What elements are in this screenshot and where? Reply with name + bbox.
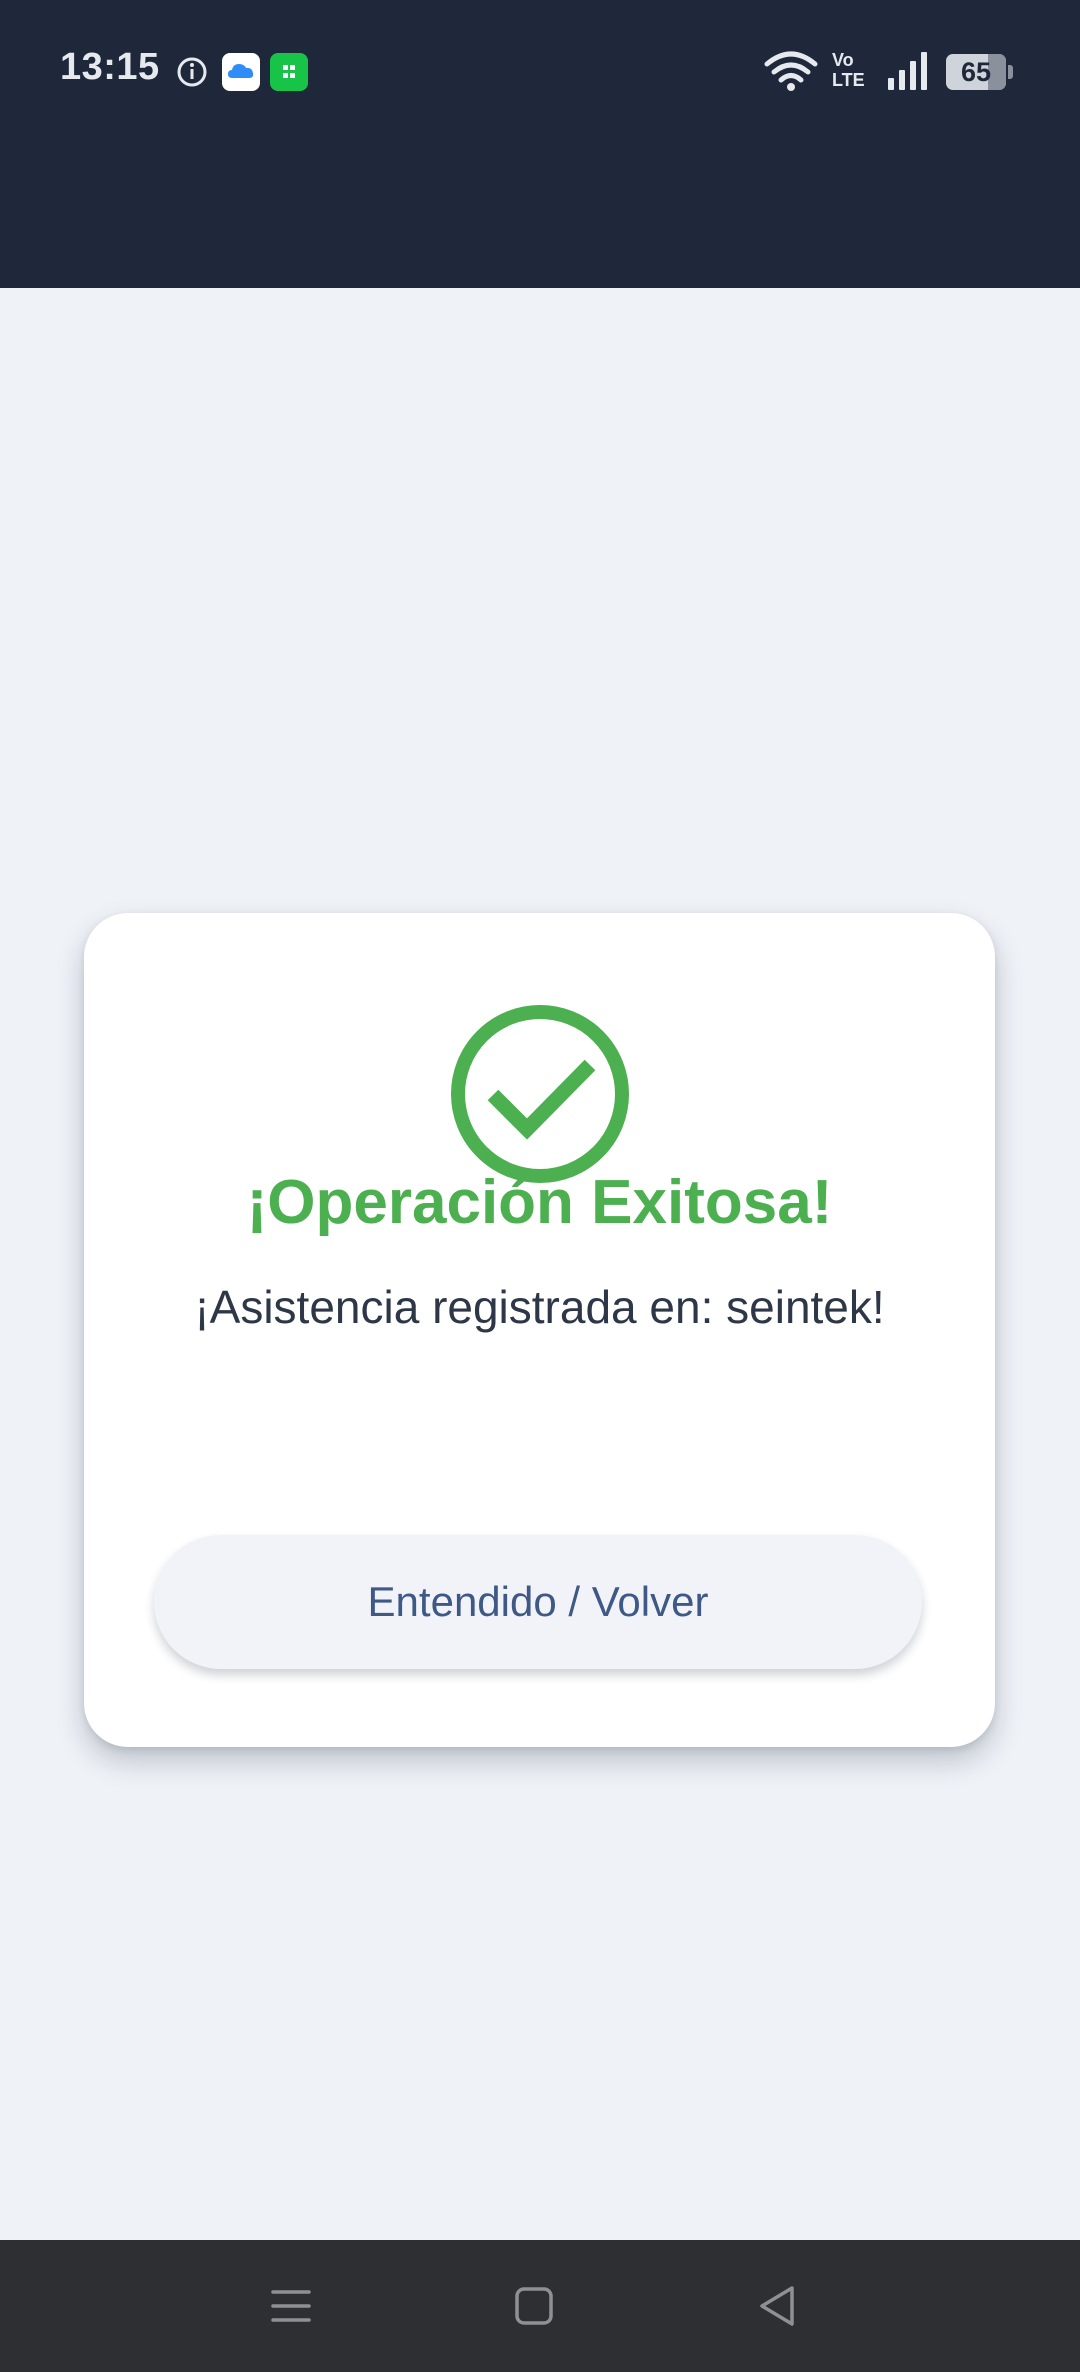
volte-bottom-label: LTE bbox=[832, 70, 865, 90]
back-icon[interactable] bbox=[749, 2278, 805, 2334]
info-icon bbox=[177, 57, 207, 87]
menu-icon[interactable] bbox=[263, 2278, 319, 2334]
battery-level: 65 bbox=[960, 57, 992, 87]
dialog-title: ¡Operación Exitosa! bbox=[246, 1168, 833, 1237]
success-dialog: ¡Operación Exitosa! ¡Asistencia registra… bbox=[84, 913, 995, 1747]
signal-icon bbox=[888, 52, 927, 90]
navigation-bar bbox=[0, 2240, 1080, 2372]
check-circle-icon bbox=[451, 1005, 629, 1183]
understood-back-button[interactable]: Entendido / Volver bbox=[154, 1535, 922, 1669]
cloud-app-icon bbox=[222, 53, 260, 91]
volte-icon: Vo LTE bbox=[832, 50, 872, 94]
dialog-message: ¡Asistencia registrada en: seintek! bbox=[194, 1281, 885, 1333]
wifi-icon bbox=[764, 51, 818, 91]
volte-top-label: Vo bbox=[832, 50, 854, 70]
status-bar: 13:15 Vo LTE 65 bbox=[0, 0, 1080, 288]
home-icon[interactable] bbox=[506, 2278, 562, 2334]
battery-icon: 65 bbox=[946, 54, 1013, 90]
status-time: 13:15 bbox=[60, 46, 160, 88]
green-app-icon bbox=[270, 53, 308, 91]
